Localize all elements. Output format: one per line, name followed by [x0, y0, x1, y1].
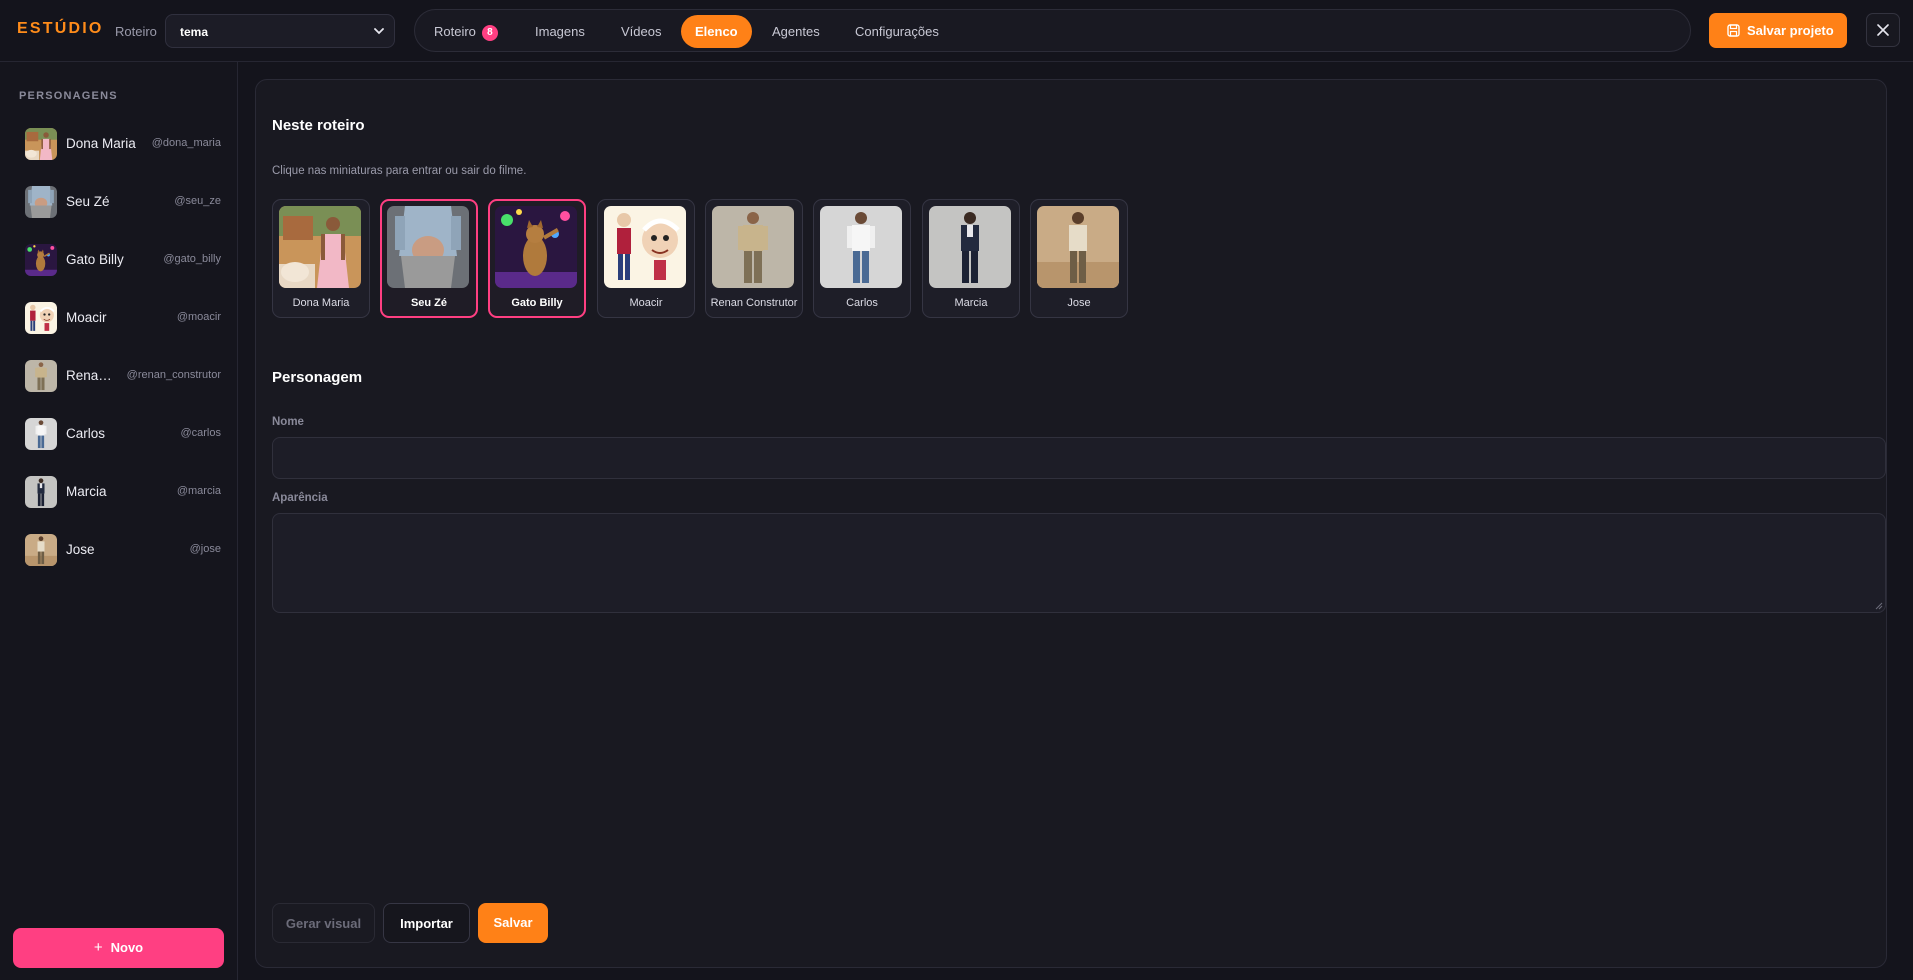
new-button-label: Novo [110, 940, 144, 955]
sidebar-item-carlos[interactable]: Carlos @carlos [14, 409, 224, 459]
cast-card-seu-ze[interactable]: Seu Zé [380, 199, 478, 318]
tab-configuracoes[interactable]: Configurações [841, 15, 953, 48]
character-name: Moacir [66, 310, 107, 325]
character-thumbnail [929, 206, 1011, 288]
character-handle: @marcia [176, 485, 221, 497]
cast-card-marcia[interactable]: Marcia [922, 199, 1020, 318]
roteiro-count-badge: 8 [481, 25, 498, 41]
cast-card-carlos[interactable]: Carlos [813, 199, 911, 318]
avatar [25, 360, 57, 392]
cast-card-moacir[interactable]: Moacir [597, 199, 695, 318]
close-icon [1877, 24, 1889, 36]
character-name: Seu Zé [66, 194, 110, 209]
roteiro-select-value: tema [180, 25, 209, 39]
character-name: Jose [66, 542, 95, 557]
cast-card-label: Renan Construtor [710, 297, 798, 309]
sidebar-item-moacir[interactable]: Moacir @moacir [14, 293, 224, 343]
character-name: Marcia [66, 484, 107, 499]
generate-visual-button[interactable]: Gerar visual [272, 903, 375, 943]
avatar [25, 302, 57, 334]
sidebar-item-renan-construtor[interactable]: Renan Construtor @renan_construtor [14, 351, 224, 401]
character-name: Gato Billy [66, 252, 124, 267]
brand-logo: ESTÚDIO [17, 20, 104, 37]
character-handle: @carlos [180, 427, 221, 439]
roteiro-label: Roteiro [115, 24, 157, 39]
character-thumbnail [1037, 206, 1119, 288]
save-project-label: Salvar projeto [1747, 23, 1834, 38]
cast-card-gato-billy[interactable]: Gato Billy [488, 199, 586, 318]
character-handle: @renan_construtor [126, 369, 221, 381]
avatar [25, 186, 57, 218]
character-name: Dona Maria [66, 136, 136, 151]
save-icon [1727, 24, 1740, 37]
main-nav: Roteiro 8 Imagens Vídeos Elenco Agentes C… [414, 9, 1691, 52]
import-button[interactable]: Importar [383, 903, 470, 943]
character-thumbnail [279, 206, 361, 288]
sidebar-item-dona-maria[interactable]: Dona Maria @dona_maria [14, 119, 224, 169]
cast-hint: Clique nas miniaturas para entrar ou sai… [272, 165, 527, 177]
tab-imagens[interactable]: Imagens [521, 15, 599, 48]
character-handle: @dona_maria [151, 137, 221, 149]
avatar [25, 128, 57, 160]
roteiro-select[interactable]: tema [165, 14, 395, 48]
chevron-down-icon [374, 28, 384, 35]
appearance-textarea[interactable] [272, 513, 1886, 613]
avatar [25, 476, 57, 508]
cast-card-jose[interactable]: Jose [1030, 199, 1128, 318]
character-handle: @jose [189, 543, 221, 555]
sidebar: PERSONAGENS Dona Maria @dona_maria Seu Z… [0, 62, 238, 980]
plus-icon: + [93, 939, 103, 956]
character-thumbnail [820, 206, 902, 288]
character-name: Carlos [66, 426, 106, 441]
sidebar-item-seu-ze[interactable]: Seu Zé @seu_ze [14, 177, 224, 227]
tab-videos[interactable]: Vídeos [607, 15, 675, 48]
character-thumbnail [604, 206, 686, 288]
resize-handle-icon[interactable] [1873, 600, 1883, 610]
cast-editor-panel: Neste roteiro Clique nas miniaturas para… [255, 79, 1887, 968]
cast-card-label: Seu Zé [410, 297, 448, 309]
sidebar-item-marcia[interactable]: Marcia @marcia [14, 467, 224, 517]
top-bar: ESTÚDIO Roteiro tema Roteiro 8 Imagens Ví… [0, 0, 1913, 62]
tab-agentes[interactable]: Agentes [758, 15, 834, 48]
save-project-button[interactable]: Salvar projeto [1709, 13, 1847, 48]
cast-card-label: Marcia [954, 297, 988, 309]
cast-card-label: Dona Maria [292, 297, 350, 309]
sidebar-heading: PERSONAGENS [19, 90, 118, 102]
save-button[interactable]: Salvar [478, 903, 548, 943]
character-handle: @seu_ze [174, 195, 221, 207]
cast-section-title: Neste roteiro [272, 117, 365, 134]
cast-card-dona-maria[interactable]: Dona Maria [272, 199, 370, 318]
avatar [25, 418, 57, 450]
name-label: Nome [272, 416, 304, 428]
avatar [25, 534, 57, 566]
character-handle: @moacir [176, 311, 221, 323]
cast-card-label: Carlos [846, 297, 878, 309]
cast-card-label: Gato Billy [511, 297, 563, 309]
character-handle: @gato_billy [163, 253, 221, 265]
character-thumbnail [495, 206, 577, 288]
cast-card-label: Moacir [629, 297, 663, 309]
new-character-button[interactable]: + Novo [13, 928, 224, 968]
tab-elenco[interactable]: Elenco [681, 15, 752, 48]
avatar [25, 244, 57, 276]
close-button[interactable] [1866, 13, 1900, 47]
tab-roteiro[interactable]: Roteiro 8 [420, 15, 512, 48]
sidebar-item-gato-billy[interactable]: Gato Billy @gato_billy [14, 235, 224, 285]
cast-card-label: Jose [1067, 297, 1091, 309]
sidebar-item-jose[interactable]: Jose @jose [14, 525, 224, 575]
appearance-label: Aparência [272, 492, 328, 504]
character-thumbnail [712, 206, 794, 288]
tab-label: Roteiro [434, 24, 476, 39]
cast-card-renan-construtor[interactable]: Renan Construtor [705, 199, 803, 318]
character-name: Renan Construtor [66, 368, 116, 383]
character-section-title: Personagem [272, 369, 363, 386]
name-input[interactable] [272, 437, 1886, 479]
character-thumbnail [387, 206, 469, 288]
